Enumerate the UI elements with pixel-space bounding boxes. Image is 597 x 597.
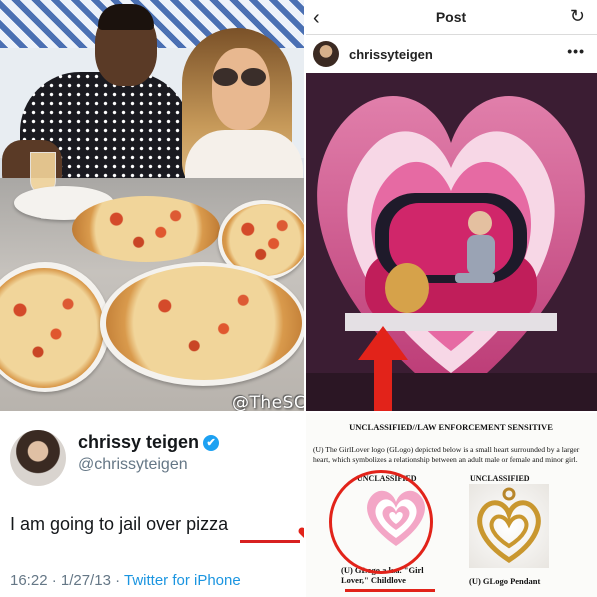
classification-label: UNCLASSIFIED: [470, 474, 530, 483]
tweet-author-name[interactable]: chrissy teigen ✔: [78, 432, 220, 453]
pizza: [72, 196, 220, 262]
post-user-bar: chrissyteigen •••: [305, 35, 597, 73]
watermark: @TheSCIF: [232, 393, 305, 412]
restaurant-photo: @TheSCIF: [0, 0, 305, 412]
tweet-meta: 16:22 · 1/27/13 · Twitter for iPhone: [10, 572, 241, 589]
red-underline: [240, 540, 300, 543]
avatar[interactable]: [10, 430, 66, 486]
tweet-handle[interactable]: @chrissyteigen: [78, 456, 188, 474]
red-circle-annotation: [329, 470, 433, 574]
tweet-text: I am going to jail over pizza: [10, 514, 229, 534]
pendant-image: [469, 484, 549, 568]
post-image: [305, 73, 597, 412]
page-title: Post: [435, 9, 467, 25]
pendant-caption: (U) GLogo Pendant: [469, 576, 541, 586]
document-heading: UNCLASSIFIED//LAW ENFORCEMENT SENSITIVE: [349, 422, 553, 432]
pendant-heart-icon: [477, 487, 541, 563]
tweet-card: chrissy teigen ✔ @chrissyteigen I am goin…: [0, 412, 305, 597]
username[interactable]: chrissyteigen: [349, 47, 433, 62]
avatar[interactable]: [313, 41, 339, 67]
instagram-post: ‹ Post ↻ chrissyteigen •••: [305, 0, 597, 412]
post-header: ‹ Post ↻: [305, 0, 597, 35]
verified-icon: ✔: [203, 435, 220, 451]
divider: [304, 0, 306, 597]
arrow-up-icon: [358, 326, 408, 416]
tweet-timestamp: 16:22 · 1/27/13 ·: [10, 572, 124, 589]
woman-face: [212, 48, 270, 130]
sunglasses-icon: [213, 68, 238, 86]
more-options-icon[interactable]: •••: [567, 43, 585, 59]
refresh-icon[interactable]: ↻: [570, 6, 585, 27]
document-body: (U) The GirlLover logo (GLogo) depicted …: [313, 445, 580, 464]
pizza: [106, 266, 302, 380]
red-underline: [345, 589, 435, 592]
tweet-source-link[interactable]: Twitter for iPhone: [124, 572, 241, 589]
divider: [0, 411, 597, 413]
heart-throne-illustration: [305, 73, 597, 412]
